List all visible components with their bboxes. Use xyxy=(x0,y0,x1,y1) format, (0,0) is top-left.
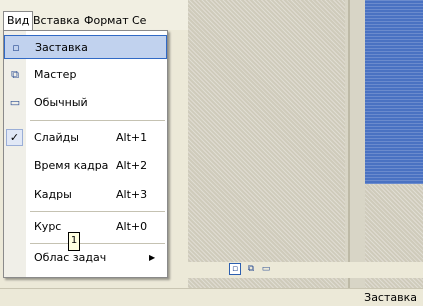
slide-view-icon: ▫ xyxy=(12,41,20,54)
view-switch-bar: ▫ ⧉ ▭ xyxy=(188,262,423,278)
menu-item-label: Кадры xyxy=(34,188,72,201)
slide-preview xyxy=(365,0,423,184)
menu-item-label: Заставка xyxy=(35,41,88,54)
view-menu-dropdown: ▫ Заставка ⧉ Мастер ▭ Обычный ✓ Слайды A… xyxy=(3,30,168,278)
keyboard-hint-badge: 1 xyxy=(68,232,80,251)
menu-item-shortcut: Alt+3 xyxy=(116,188,148,201)
menu-item-label: Обычный xyxy=(34,96,88,109)
submenu-arrow-icon: ▶ xyxy=(149,253,156,262)
menu-item-course[interactable]: Курс Alt+0 xyxy=(4,215,167,239)
menu-view[interactable]: Вид xyxy=(3,11,34,31)
menu-service[interactable]: Се xyxy=(132,14,146,27)
menu-bar: Вид Вставка Формат Се xyxy=(0,0,188,31)
menu-item-shortcut: Alt+1 xyxy=(116,131,148,144)
status-bar: Заставка xyxy=(0,288,423,306)
menu-item-frames[interactable]: Кадры Alt+3 xyxy=(4,183,167,207)
menu-insert[interactable]: Вставка xyxy=(33,14,80,27)
menu-separator xyxy=(30,120,165,121)
status-text: Заставка xyxy=(364,291,417,304)
menu-item-slide-view[interactable]: ▫ Заставка xyxy=(4,35,167,59)
menu-separator xyxy=(30,243,165,244)
menu-item-label: Мастер xyxy=(34,68,77,81)
menu-item-frame-time[interactable]: Время кадра Alt+2 xyxy=(4,154,167,178)
menu-separator xyxy=(30,211,165,212)
menu-item-shortcut: Alt+0 xyxy=(116,220,148,233)
normal-view-icon[interactable]: ▭ xyxy=(260,263,272,275)
slide-view-icon[interactable]: ▫ xyxy=(229,263,241,275)
normal-view-icon: ▭ xyxy=(9,96,21,109)
menu-item-slides[interactable]: ✓ Слайды Alt+1 xyxy=(4,126,167,150)
menu-item-master[interactable]: ⧉ Мастер xyxy=(4,63,167,87)
menu-item-label: Слайды xyxy=(34,131,79,144)
master-view-icon: ⧉ xyxy=(11,68,19,81)
menu-item-normal[interactable]: ▭ Обычный xyxy=(4,91,167,115)
menu-item-task-pane[interactable]: Облас задач ▶ xyxy=(4,246,167,270)
check-icon: ✓ xyxy=(6,129,23,146)
master-view-icon[interactable]: ⧉ xyxy=(245,263,257,275)
menu-format[interactable]: Формат xyxy=(84,14,129,27)
menu-item-shortcut: Alt+2 xyxy=(116,159,148,172)
pane-divider[interactable] xyxy=(348,0,350,288)
menu-item-label: Курс xyxy=(34,220,62,233)
menu-item-label: Время кадра xyxy=(34,159,109,172)
